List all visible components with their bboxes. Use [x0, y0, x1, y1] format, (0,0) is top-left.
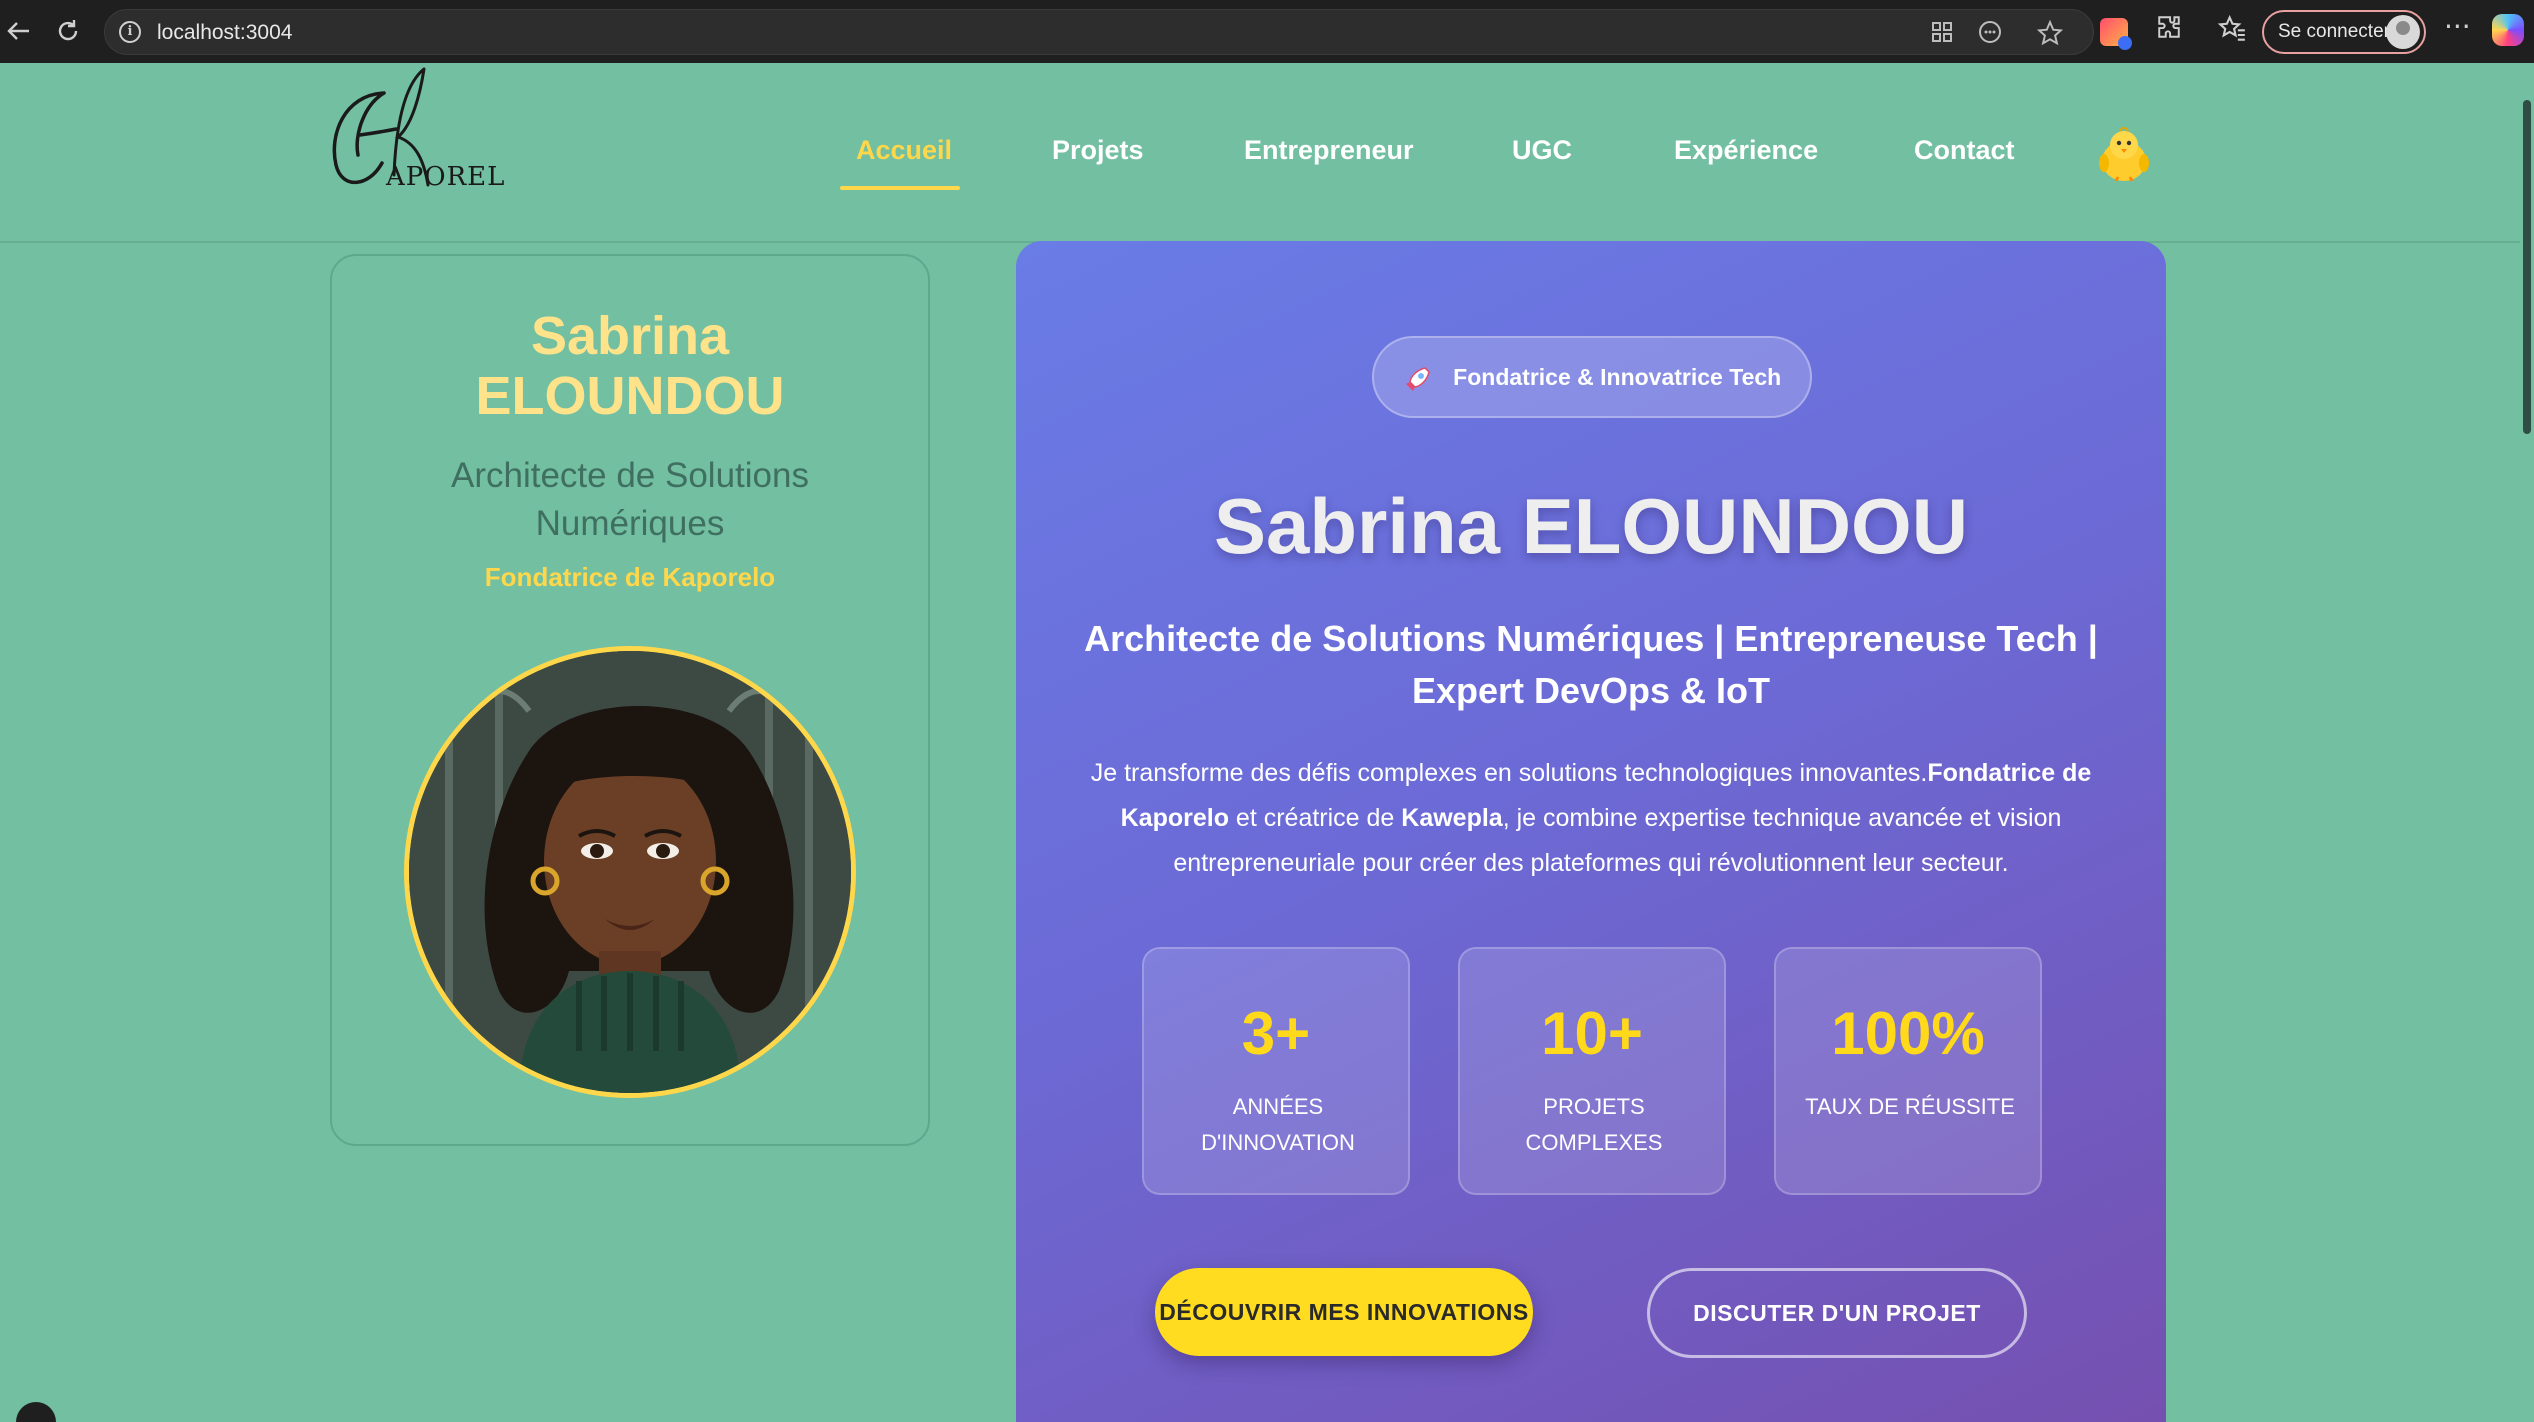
nav-accueil[interactable]: Accueil — [856, 135, 952, 166]
profile-card: Sabrina ELOUNDOU Architecte de Solutions… — [330, 254, 930, 1146]
stat-card-innovation: 3+ Années d'innovation — [1142, 947, 1410, 1195]
back-arrow-icon[interactable] — [4, 15, 34, 47]
stat-label: Taux de réussite — [1805, 1094, 2015, 1119]
stat-value: 10+ — [1541, 1000, 1643, 1067]
nav-experience[interactable]: Expérience — [1674, 135, 1818, 166]
profile-avatar — [404, 646, 856, 1098]
extension-icon[interactable] — [2100, 18, 2132, 50]
address-bar[interactable]: i localhost:3004 — [104, 9, 2094, 55]
reader-icon[interactable] — [1978, 20, 2002, 50]
stat-card-success: 100% Taux de réussite — [1774, 947, 2042, 1195]
kaporelo-logo[interactable]: APORELO — [324, 65, 527, 195]
nav-ugc[interactable]: UGC — [1512, 135, 1572, 166]
hero-badge-text: Fondatrice & Innovatrice Tech — [1453, 364, 1782, 390]
apps-icon[interactable] — [1930, 20, 1954, 50]
scrollbar-thumb[interactable] — [2523, 100, 2531, 434]
profile-name: Sabrina ELOUNDOU — [332, 306, 928, 426]
reload-icon[interactable] — [52, 15, 84, 47]
url-text: localhost:3004 — [157, 21, 293, 44]
profile-first-name: Sabrina — [530, 306, 730, 366]
nav-entrepreneur[interactable]: Entrepreneur — [1244, 135, 1414, 166]
hero-title: Sabrina ELOUNDOU — [1213, 482, 1969, 570]
hero-badge: Fondatrice & Innovatrice Tech — [1372, 336, 1812, 418]
hero-subtitle: Architecte de Solutions Numériques | Ent… — [1076, 613, 2106, 717]
star-icon[interactable] — [2036, 19, 2064, 52]
profile-role: Architecte de Solutions Numériques — [332, 452, 928, 548]
svg-text:APORELO: APORELO — [385, 162, 504, 192]
nav-projets[interactable]: Projets — [1052, 135, 1144, 166]
profile-avatar-icon — [2386, 15, 2420, 49]
rocket-icon — [1403, 338, 1433, 416]
desc-bold-kawepla: Kawepla — [1401, 804, 1503, 832]
stat-label: Projets complexes — [1525, 1094, 1663, 1155]
puzzle-icon[interactable] — [2156, 14, 2182, 47]
nav-active-indicator — [840, 186, 960, 190]
site-header: APORELO Accueil Projets Entrepreneur UGC… — [0, 63, 2534, 243]
stat-value: 100% — [1831, 1000, 1985, 1067]
chick-icon[interactable] — [2094, 125, 2154, 185]
desc-text-1: Je transforme des défis complexes en sol… — [1090, 759, 1928, 787]
profile-founder: Fondatrice de Kaporelo — [484, 562, 776, 592]
profile-role-line1: Architecte de Solutions — [451, 456, 809, 495]
hero-panel: Fondatrice & Innovatrice Tech Sabrina EL… — [1016, 241, 2166, 1422]
stat-value: 3+ — [1241, 1000, 1311, 1067]
dev-tools-badge[interactable] — [16, 1402, 56, 1422]
discover-innovations-button[interactable]: DÉCOUVRIR MES INNOVATIONS — [1155, 1268, 1533, 1356]
desc-text-2: et créatrice de — [1228, 804, 1402, 832]
profile-last-name: ELOUNDOU — [475, 366, 785, 426]
stat-label: Années d'innovation — [1201, 1094, 1355, 1155]
signin-label: Se connecter — [2278, 21, 2390, 42]
nav-contact[interactable]: Contact — [1914, 135, 2015, 166]
signin-button[interactable]: Se connecter — [2262, 10, 2426, 54]
hero-subtitle-line1: Architecte de Solutions Numériques | Ent… — [1084, 618, 2098, 659]
more-icon[interactable]: ··· — [2444, 10, 2471, 43]
browser-toolbar: i localhost:3004 Se connecter ··· — [0, 0, 2534, 63]
hero-subtitle-line2: Expert DevOps & IoT — [1411, 670, 1771, 711]
stat-card-projects: 10+ Projets complexes — [1458, 947, 1726, 1195]
discuss-project-button[interactable]: DISCUTER D'UN PROJET — [1647, 1268, 2027, 1358]
info-icon[interactable]: i — [119, 21, 141, 43]
favorites-icon[interactable] — [2217, 14, 2246, 49]
copilot-icon[interactable] — [2492, 14, 2524, 46]
hero-description: Je transforme des défis complexes en sol… — [1056, 751, 2126, 886]
profile-role-line2: Numériques — [535, 504, 725, 543]
